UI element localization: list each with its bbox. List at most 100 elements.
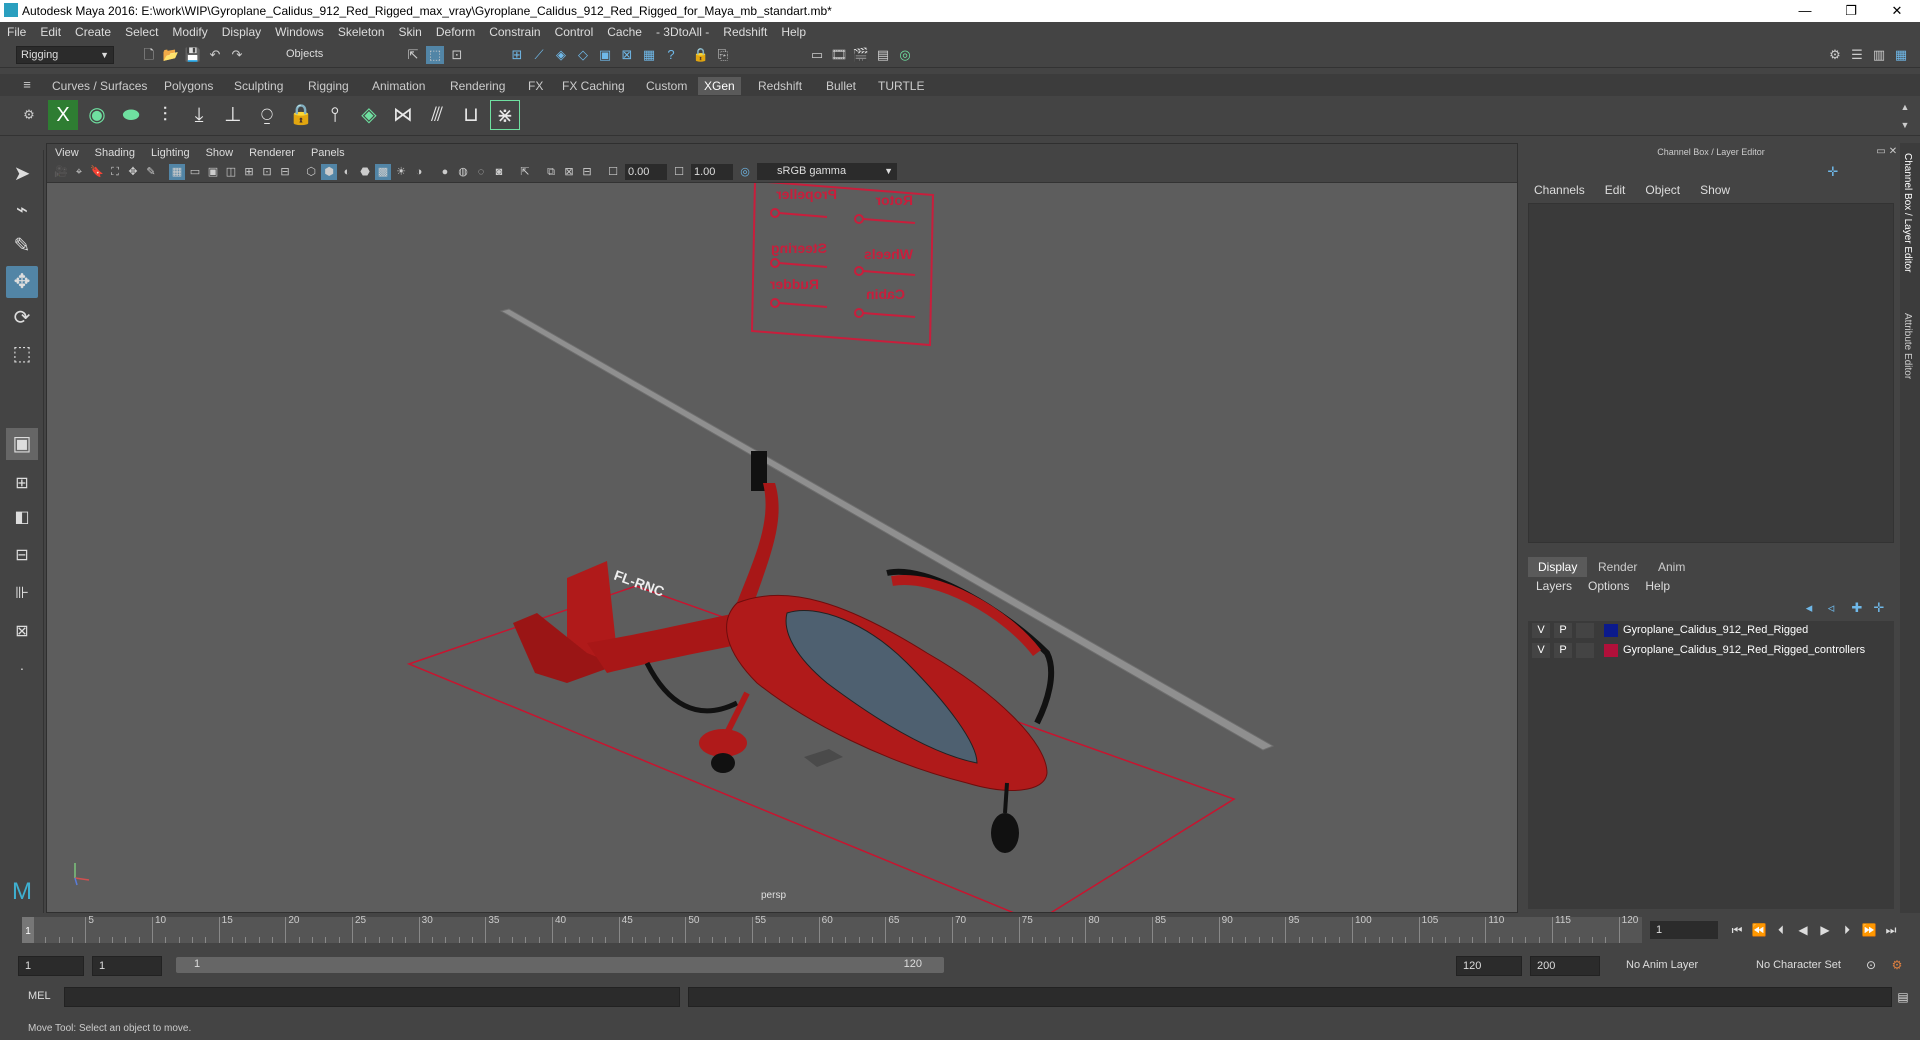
maximize-button[interactable]: ❐ <box>1828 0 1874 22</box>
channel-box-menu-object[interactable]: Object <box>1635 183 1690 201</box>
menu-edit[interactable]: Edit <box>33 25 68 39</box>
flat-shade-icon[interactable]: ◐ <box>339 164 355 180</box>
tab-fx[interactable]: FX <box>522 77 549 95</box>
channel-box-icon[interactable]: ▦ <box>1892 46 1910 64</box>
character-set-dropdown[interactable]: No Character Set <box>1750 956 1876 976</box>
undo-icon[interactable]: ↶ <box>206 46 224 64</box>
xgen-guide-icon[interactable]: ⤓ <box>184 100 214 130</box>
menu-deform[interactable]: Deform <box>429 25 482 39</box>
animation-start-field[interactable]: 1 <box>18 956 84 976</box>
menu-create[interactable]: Create <box>68 25 118 39</box>
grease-pencil-icon[interactable]: ✎ <box>143 164 159 180</box>
motion-blur-icon[interactable]: ◍ <box>455 164 471 180</box>
xgen-clump-icon[interactable]: ⋈ <box>388 100 418 130</box>
shelf-scroll-down-icon[interactable]: ▼ <box>1896 116 1914 134</box>
layer-menu-options[interactable]: Options <box>1580 579 1637 597</box>
viewport-menu-panels[interactable]: Panels <box>303 147 353 159</box>
xgen-length-icon[interactable]: ⊔ <box>456 100 486 130</box>
menu-cache[interactable]: Cache <box>600 25 649 39</box>
channel-box-area[interactable] <box>1528 203 1894 543</box>
current-frame-field[interactable]: 1 <box>1650 921 1718 939</box>
image-plane-icon[interactable]: ⛶ <box>107 164 123 180</box>
go-to-start-icon[interactable]: ⏮ <box>1728 921 1746 939</box>
tab-polygons[interactable]: Polygons <box>158 77 219 95</box>
render-settings-icon[interactable]: ▤ <box>874 46 892 64</box>
xgen-collection-icon[interactable]: ⬬ <box>116 100 146 130</box>
snap-view-plane-icon[interactable]: ◇ <box>574 46 592 64</box>
bookmark-icon[interactable]: 🔖 <box>89 164 105 180</box>
scale-tool-icon[interactable]: ⬚ <box>6 338 38 370</box>
bounding-box-icon[interactable]: ⬣ <box>357 164 373 180</box>
single-perspective-layout-icon[interactable]: ▣ <box>6 428 38 460</box>
step-back-frame-icon[interactable]: ⏪ <box>1750 921 1768 939</box>
xgen-grass-icon[interactable]: ⫻ <box>422 100 452 130</box>
new-scene-icon[interactable]: 🗋 <box>140 46 158 64</box>
play-backwards-icon[interactable]: ◀ <box>1794 921 1812 939</box>
2d-pan-zoom-icon[interactable]: ✥ <box>125 164 141 180</box>
shadows-icon[interactable]: ◑ <box>411 164 427 180</box>
layer-display-type-toggle[interactable] <box>1576 643 1594 658</box>
move-layer-up-icon[interactable]: ◂ <box>1800 599 1818 617</box>
propeller-slider[interactable] <box>770 208 780 218</box>
menu-modify[interactable]: Modify <box>165 25 214 39</box>
channel-box-menu-edit[interactable]: Edit <box>1595 183 1636 201</box>
new-layer-icon[interactable]: ✚ <box>1848 599 1866 617</box>
lasso-tool-icon[interactable]: ⌁ <box>6 194 38 226</box>
save-scene-icon[interactable]: 💾 <box>184 46 202 64</box>
wireframe-icon[interactable]: ⬡ <box>303 164 319 180</box>
xgen-primitives-icon[interactable]: ⫶ <box>150 100 180 130</box>
shelf-menu-icon[interactable]: ≡ <box>18 76 36 94</box>
color-management-icon[interactable]: ◎ <box>737 164 753 180</box>
minimize-button[interactable]: — <box>1782 0 1828 22</box>
go-to-end-icon[interactable]: ⏭ <box>1882 921 1900 939</box>
exposure-field[interactable]: 0.00 <box>625 164 667 180</box>
color-space-dropdown[interactable]: sRGB gamma ▼ <box>757 163 897 180</box>
gate-mask-icon[interactable]: ◫ <box>223 164 239 180</box>
nose-wheel[interactable] <box>991 813 1019 853</box>
grid-icon[interactable]: ▦ <box>169 164 185 180</box>
menu-help[interactable]: Help <box>774 25 813 39</box>
xgen-groom-icon[interactable]: ⋇ <box>490 100 520 130</box>
open-scene-icon[interactable]: 📂 <box>162 46 180 64</box>
steering-slider[interactable] <box>770 258 780 268</box>
layer-playback-toggle[interactable]: P <box>1554 643 1572 658</box>
xgen-preview-icon[interactable]: ◉ <box>82 100 112 130</box>
safe-action-icon[interactable]: ⊡ <box>259 164 275 180</box>
canopy-rim[interactable] <box>891 575 1041 657</box>
tab-rendering[interactable]: Rendering <box>444 77 511 95</box>
textured-icon[interactable]: ▩ <box>375 164 391 180</box>
playback-end-field[interactable]: 120 <box>1456 956 1522 976</box>
redo-icon[interactable]: ↷ <box>228 46 246 64</box>
selection-mode-dropdown[interactable]: Objects <box>282 46 378 64</box>
layout-menu-icon[interactable]: · <box>6 652 38 684</box>
anti-aliasing-icon[interactable]: ◌ <box>473 164 489 180</box>
depth-of-field-icon[interactable]: ◙ <box>491 164 507 180</box>
four-view-layout-icon[interactable]: ⊞ <box>6 468 38 500</box>
snap-icon[interactable]: ⊠ <box>618 46 636 64</box>
auto-key-icon[interactable]: ⊙ <box>1862 956 1880 974</box>
snap-curve-icon[interactable]: ⟋ <box>530 46 548 64</box>
tool-settings-icon[interactable]: ▥ <box>1870 46 1888 64</box>
tab-turtle[interactable]: TURTLE <box>872 77 930 95</box>
ambient-occlusion-icon[interactable]: ● <box>437 164 453 180</box>
tab-display[interactable]: Display <box>1528 557 1588 577</box>
tab-sculpting[interactable]: Sculpting <box>228 77 289 95</box>
viewport-menu-renderer[interactable]: Renderer <box>241 147 303 159</box>
gamma-icon[interactable]: ☐ <box>671 164 687 180</box>
xray-components-icon[interactable]: ⊟ <box>579 164 595 180</box>
lock-icon[interactable]: 🔒 <box>692 46 710 64</box>
current-frame-marker[interactable]: 1 <box>22 917 34 943</box>
use-all-lights-icon[interactable]: ☀ <box>393 164 409 180</box>
menuset-dropdown[interactable]: Rigging ▼ <box>16 46 114 64</box>
move-tool-icon[interactable]: ✥ <box>6 266 38 298</box>
camera-attributes-icon[interactable]: 🎥 <box>53 164 69 180</box>
isolate-select-icon[interactable]: ⇱ <box>517 164 533 180</box>
xgen-editor-icon[interactable]: X <box>48 100 78 130</box>
menu-constrain[interactable]: Constrain <box>482 25 547 39</box>
snap-surface-icon[interactable]: ▣ <box>596 46 614 64</box>
select-by-component-icon[interactable]: ⊡ <box>448 46 466 64</box>
new-layer-selected-icon[interactable]: ✛ <box>1870 599 1888 617</box>
layout-icon[interactable]: ☰ <box>1848 46 1866 64</box>
wheel-strut[interactable] <box>724 691 750 735</box>
layer-display-type-toggle[interactable] <box>1576 623 1594 638</box>
